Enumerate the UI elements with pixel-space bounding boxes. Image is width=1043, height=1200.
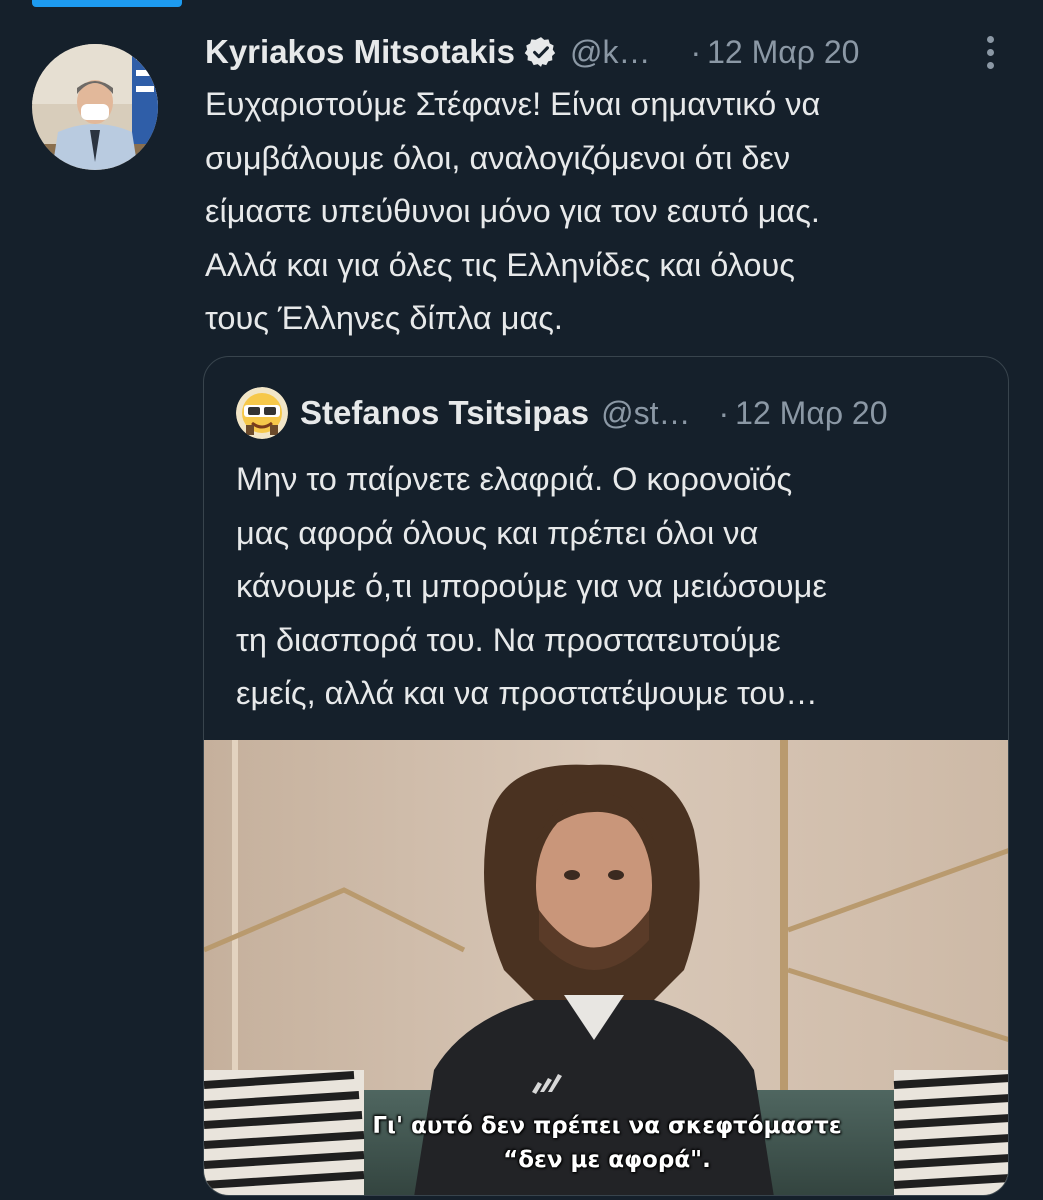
video-subtitle-line: Γι' αυτό δεν πρέπει να σκεφτόμαστε: [372, 1113, 842, 1139]
quoted-text-line: εμείς, αλλά και να προστατέψουμε του…: [236, 675, 818, 711]
tweet-text-line: Ευχαριστούμε Στέφανε! Είναι σημαντικό να: [205, 86, 821, 122]
author-avatar[interactable]: [32, 44, 158, 170]
quoted-author-handle[interactable]: @st…: [601, 395, 690, 432]
video-subtitle-line: “δεν με αφορά".: [503, 1147, 711, 1173]
tweet-date[interactable]: 12 Μαρ 20: [707, 34, 859, 71]
quoted-author-name[interactable]: Stefanos Tsitsipas: [300, 394, 589, 432]
quoted-avatar-emoji-icon: [236, 387, 288, 439]
verified-badge-icon: [524, 35, 558, 69]
more-options-icon[interactable]: [975, 30, 1005, 74]
quoted-text-line: Μην το παίρνετε ελαφριά. Ο κορονοϊός: [236, 461, 793, 497]
tweet-text-line: τους Έλληνες δίπλα μας.: [205, 300, 563, 336]
author-handle[interactable]: @k…: [570, 34, 650, 71]
quoted-text-line: τη διασπορά του. Να προστατευτούμε: [236, 621, 781, 658]
quoted-tweet-text: Μην το παίρνετε ελαφριά. Ο κορονοϊός μας…: [236, 453, 986, 721]
quoted-author-avatar: [236, 387, 288, 439]
quoted-text-line: κάνουμε ό,τι μπορούμε για να μειώσουμε: [236, 568, 827, 604]
tweet-text-line: Αλλά και για όλες τις Ελληνίδες και όλου…: [205, 246, 795, 283]
tab-indicator: [32, 0, 182, 7]
tweet-text: Ευχαριστούμε Στέφανε! Είναι σημαντικό να…: [205, 78, 995, 346]
tweet-header: Kyriakos Mitsotakis @k… · 12 Μαρ 20: [205, 22, 859, 82]
separator-dot: ·: [690, 33, 702, 70]
author-avatar-photo: [32, 44, 158, 170]
tweet-text-line: συμβάλουμε όλοι, αναλογιζόμενοι ότι δεν: [205, 139, 791, 176]
author-name[interactable]: Kyriakos Mitsotakis: [205, 33, 515, 71]
quoted-tweet-card[interactable]: Stefanos Tsitsipas @st… · 12 Μαρ 20 Μην …: [203, 356, 1009, 1196]
tweet-text-line: είμαστε υπεύθυνοι μόνο για τον εαυτό μας…: [205, 193, 820, 229]
separator-dot: ·: [718, 394, 730, 431]
quoted-tweet-header: Stefanos Tsitsipas @st… · 12 Μαρ 20: [300, 385, 888, 441]
quoted-tweet-date[interactable]: 12 Μαρ 20: [735, 395, 887, 432]
quoted-text-line: μας αφορά όλους και πρέπει όλοι να: [236, 514, 759, 551]
video-player[interactable]: Γι' αυτό δεν πρέπει να σκεφτόμαστε “δεν …: [204, 740, 1008, 1195]
